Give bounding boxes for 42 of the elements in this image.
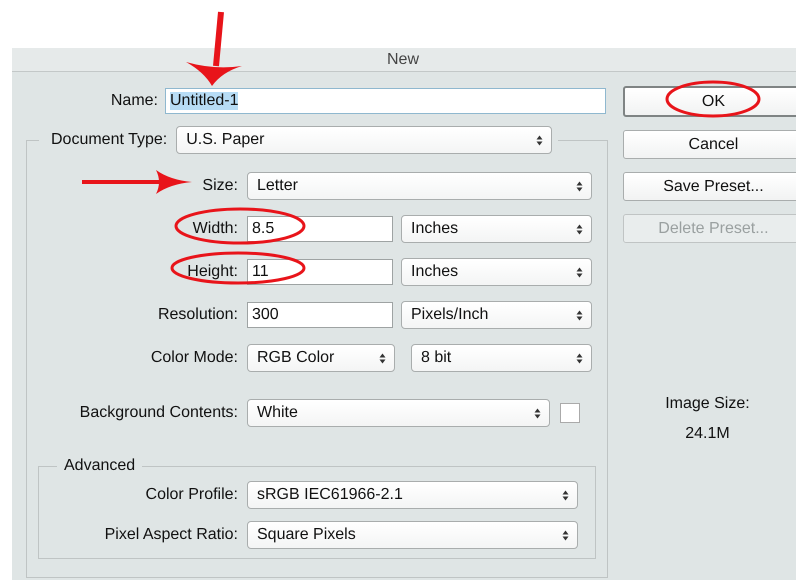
- field-label: Size:: [202, 177, 238, 194]
- dialog-button[interactable]: Cancel: [623, 130, 796, 159]
- field-label: Background Contents:: [80, 404, 238, 421]
- updown-caret-icon: [379, 353, 386, 364]
- field-label: Height:: [187, 263, 238, 280]
- window-title: New: [386, 50, 419, 68]
- input-field[interactable]: 8.5: [247, 216, 393, 242]
- updown-caret-icon: [562, 530, 569, 541]
- updown-caret-icon: [576, 267, 583, 278]
- field-label: Name:: [110, 92, 158, 109]
- image-size-label: Image Size:: [665, 395, 750, 413]
- field-label: Color Mode:: [150, 349, 238, 366]
- image-size-value: 24.1M: [685, 425, 730, 443]
- updown-caret-icon: [576, 224, 583, 235]
- unit-dropdown[interactable]: Inches: [401, 258, 592, 286]
- dropdown[interactable]: Square Pixels: [247, 521, 578, 549]
- input-field[interactable]: 300: [247, 302, 393, 328]
- dialog-button[interactable]: Save Preset...: [623, 172, 796, 201]
- field-label: Color Profile:: [146, 486, 238, 503]
- field-label: Document Type:: [51, 131, 168, 149]
- field-label: Width:: [192, 220, 238, 237]
- updown-caret-icon: [576, 353, 583, 364]
- updown-caret-icon: [536, 135, 544, 146]
- color-swatch[interactable]: [560, 403, 580, 423]
- document-type-dropdown[interactable]: U.S. Paper: [176, 126, 552, 154]
- updown-caret-icon: [562, 490, 569, 501]
- dropdown[interactable]: RGB Color: [247, 344, 395, 372]
- dropdown[interactable]: sRGB IEC61966-2.1: [247, 481, 578, 509]
- dropdown[interactable]: 8 bit: [411, 344, 592, 372]
- field-label: Pixel Aspect Ratio:: [104, 526, 238, 543]
- updown-caret-icon: [576, 310, 583, 321]
- updown-caret-icon: [576, 181, 583, 192]
- dropdown[interactable]: White: [247, 399, 550, 427]
- input-field[interactable]: 11: [247, 259, 393, 285]
- unit-dropdown[interactable]: Inches: [401, 215, 592, 243]
- field-label: Resolution:: [158, 306, 238, 323]
- section-title: Advanced: [64, 457, 136, 474]
- unit-dropdown[interactable]: Pixels/Inch: [401, 301, 592, 329]
- dialog-button[interactable]: OK: [623, 86, 796, 117]
- name-field[interactable]: Untitled-1: [165, 88, 606, 114]
- updown-caret-icon: [534, 408, 541, 419]
- dropdown[interactable]: Letter: [247, 172, 592, 200]
